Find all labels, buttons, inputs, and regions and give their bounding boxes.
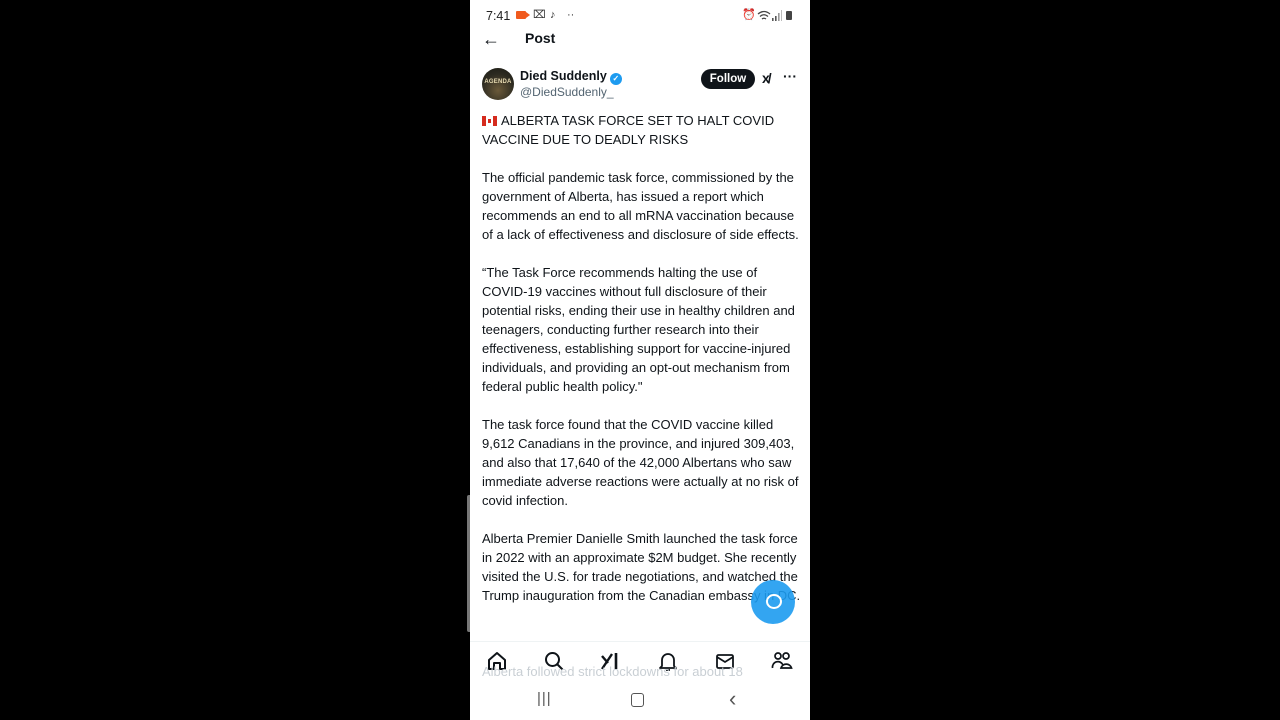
compose-button[interactable] (751, 580, 795, 624)
verified-badge-icon: ✓ (609, 73, 622, 85)
grok-icon[interactable]: x/ (762, 70, 772, 86)
more-notifications-icon: ·· (567, 9, 575, 21)
display-name: Died Suddenly (520, 69, 607, 83)
follow-button[interactable]: Follow (701, 69, 755, 89)
alarm-icon: ⏰ (742, 9, 756, 21)
home-circle-icon[interactable] (631, 693, 644, 707)
tiktok-icon: ♪ (550, 9, 556, 21)
battery-icon (786, 11, 792, 20)
capcut-icon: ⌧ (533, 9, 546, 21)
post-paragraph: The task force found that the COVID vacc… (482, 417, 799, 508)
phone-screen: 7:41 ⌧ ♪ ·· ⏰ ← Post AGENDA Died Suddenl… (470, 0, 810, 720)
post-paragraph: The official pandemic task force, commis… (482, 170, 799, 242)
back-nav-button[interactable]: ‹ (729, 686, 736, 712)
avatar-text: AGENDA (484, 79, 512, 85)
top-bar: ← Post (470, 28, 810, 52)
post-author: AGENDA Died Suddenly ✓ @DiedSuddenly_ Fol… (470, 66, 810, 106)
canada-flag-icon (482, 116, 497, 126)
signal-icon (772, 10, 782, 21)
compose-reply-icon (766, 594, 782, 609)
post-paragraph: “The Task Force recommends halting the u… (482, 265, 795, 394)
tab-communities[interactable] (768, 648, 796, 674)
screen-record-icon (516, 11, 530, 19)
avatar[interactable]: AGENDA (482, 68, 514, 100)
more-options-icon[interactable]: ··· (783, 68, 797, 84)
post-paragraph-partial: Alberta followed strict lockdowns for ab… (482, 664, 743, 679)
status-bar: 7:41 ⌧ ♪ ·· ⏰ (470, 0, 810, 30)
people-icon (771, 652, 793, 669)
page-title: Post (525, 30, 556, 46)
wifi-icon (757, 10, 771, 20)
arrow-left-icon[interactable]: ← (482, 28, 500, 50)
post-headline: ALBERTA TASK FORCE SET TO HALT COVID VAC… (482, 113, 775, 147)
status-time: 7:41 (486, 9, 511, 23)
author-handle[interactable]: @DiedSuddenly_ (520, 85, 614, 99)
post-body: ALBERTA TASK FORCE SET TO HALT COVID VAC… (482, 111, 802, 624)
author-name[interactable]: Died Suddenly ✓ (520, 69, 622, 85)
system-nav-bar: ||| ‹ (470, 682, 810, 720)
recents-button[interactable]: ||| (537, 690, 552, 707)
